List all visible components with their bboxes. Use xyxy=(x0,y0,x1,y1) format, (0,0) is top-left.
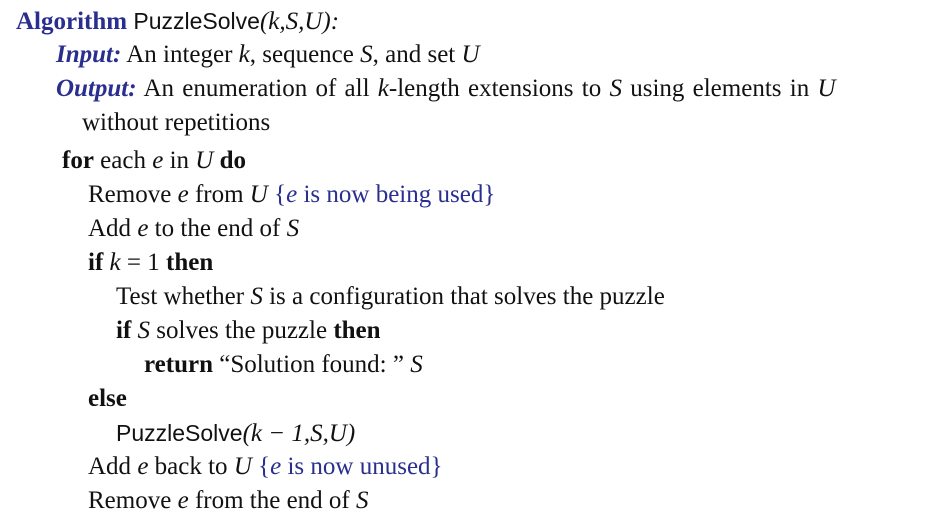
comment-now-used: {e is now being used} xyxy=(274,181,496,208)
output-label: Output: xyxy=(56,75,137,102)
algorithm-header: Algorithm PuzzleSolve(k,S,U): xyxy=(16,6,339,37)
output-text: An enumeration of all k-length extension… xyxy=(143,75,836,102)
add-back-line: Add e back to U {e is now unused} xyxy=(88,453,443,480)
algorithm-params: (k,S,U): xyxy=(259,8,340,35)
recursive-call-args: (k − 1,S,U) xyxy=(242,420,356,447)
else-keyword: else xyxy=(88,385,127,412)
if-k-equals-1-line: if k = 1 then xyxy=(88,249,214,276)
if-solves-line: if S solves the puzzle then xyxy=(116,317,381,344)
remove-from-end-line: Remove e from the end of S xyxy=(88,487,369,514)
if-keyword-2: if xyxy=(116,317,132,344)
output-line-continued: without repetitions xyxy=(82,109,271,136)
then-keyword: then xyxy=(166,249,214,276)
recursive-call-name: PuzzleSolve xyxy=(116,420,243,446)
else-line: else xyxy=(88,384,127,414)
cropped-heading-sliver xyxy=(0,0,935,5)
then-keyword-2: then xyxy=(333,317,381,344)
test-configuration-line: Test whether S is a configuration that s… xyxy=(116,283,665,310)
recursive-call-line: PuzzleSolve(k − 1,S,U) xyxy=(116,418,355,449)
input-line: Input: An integer k, sequence S, and set… xyxy=(56,40,480,70)
add-to-end-line: Add e to the end of S xyxy=(88,215,300,242)
for-keyword: for xyxy=(62,147,94,174)
return-keyword: return xyxy=(144,351,213,378)
algorithm-keyword: Algorithm xyxy=(16,8,128,35)
if-keyword: if xyxy=(88,249,104,276)
comment-now-unused: {e is now unused} xyxy=(258,453,443,480)
input-text: An integer k, sequence S, and set U xyxy=(126,41,480,68)
return-line: return “Solution found: ” S xyxy=(144,351,423,378)
input-label: Input: xyxy=(56,41,122,68)
output-line: Output: An enumeration of all k-length e… xyxy=(56,74,836,104)
for-line: for each e in U do xyxy=(62,147,246,174)
do-keyword: do xyxy=(219,147,246,174)
algorithm-name: PuzzleSolve xyxy=(133,8,260,34)
remove-from-set-line: Remove e from U {e is now being used} xyxy=(88,181,496,208)
